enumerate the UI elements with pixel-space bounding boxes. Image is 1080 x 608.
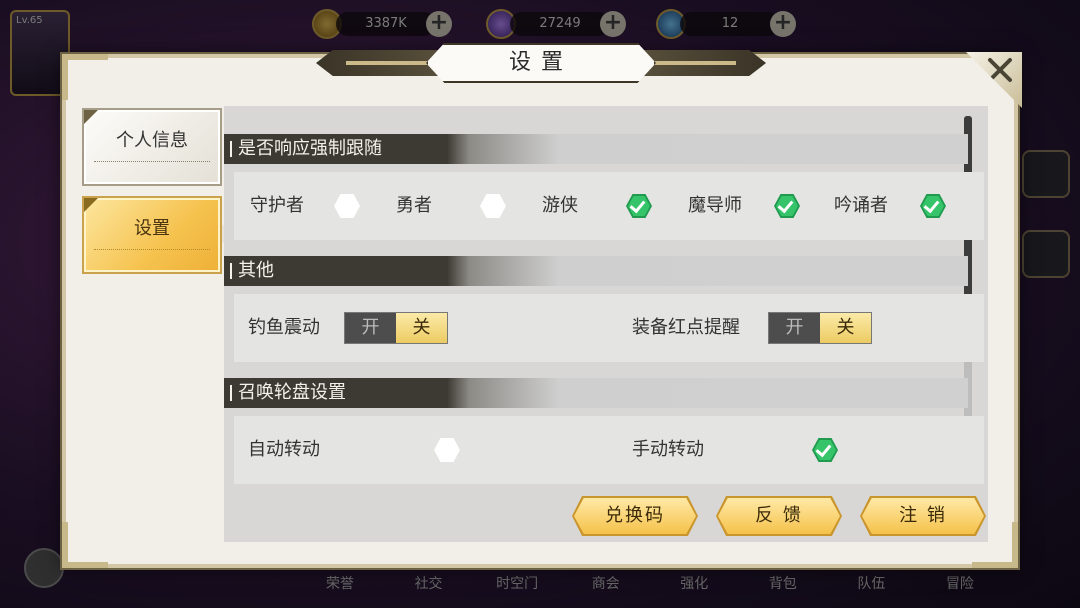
feedback-button[interactable]: 反 馈 xyxy=(718,498,840,534)
equipment-red-dot-label: 装备红点提醒 xyxy=(632,317,740,338)
section-header-other: 其他 xyxy=(224,256,968,286)
option-label-guardian: 守护者 xyxy=(250,195,304,216)
follow-options-row: 守护者 勇者 游侠 魔导师 吟诵者 xyxy=(234,172,984,240)
currency-bar: 3387K + 27249 + 12 + xyxy=(0,6,1080,42)
checkbox-manual-rotate[interactable] xyxy=(812,438,838,462)
redeem-code-button[interactable]: 兑换码 xyxy=(574,498,696,534)
section-header-summon-wheel: 召唤轮盘设置 xyxy=(224,378,968,408)
nav-portal[interactable]: 时空门 xyxy=(477,566,557,602)
checkbox-auto-rotate[interactable] xyxy=(434,438,460,462)
summon-wheel-row: 自动转动 手动转动 xyxy=(234,416,984,484)
gem-currency: 27249 + xyxy=(486,9,626,39)
toggle-off-option[interactable]: 关 xyxy=(396,313,447,343)
frame-corner-decoration xyxy=(62,522,108,568)
settings-panel: 是否响应强制跟随 守护者 勇者 游侠 魔导师 吟诵者 其他 钓鱼震动 开 关 装… xyxy=(224,106,988,542)
settings-dialog: 设置 个人信息 设置 是否响应强制跟随 守护者 勇者 游侠 魔导师 吟诵者 其他… xyxy=(62,43,1022,568)
manual-rotate-label: 手动转动 xyxy=(632,439,704,460)
tab-divider xyxy=(94,249,210,250)
fishing-vibration-label: 钓鱼震动 xyxy=(248,317,320,338)
checkbox-chanter[interactable] xyxy=(920,194,946,218)
dialog-title-plate: 设置 xyxy=(316,42,766,84)
nav-honor[interactable]: 荣誉 xyxy=(300,566,380,602)
toggle-on-option[interactable]: 开 xyxy=(345,313,396,343)
checkbox-mage[interactable] xyxy=(774,194,800,218)
dialog-title: 设置 xyxy=(426,43,656,83)
nav-bag[interactable]: 背包 xyxy=(743,566,823,602)
tab-settings[interactable]: 设置 xyxy=(82,196,222,274)
side-arrow-icon[interactable] xyxy=(1022,230,1070,278)
tab-divider xyxy=(94,161,210,162)
option-label-hero: 勇者 xyxy=(396,195,432,216)
add-gold-button[interactable]: + xyxy=(426,11,452,37)
toggle-off-option[interactable]: 关 xyxy=(820,313,871,343)
tab-personal-info-label: 个人信息 xyxy=(116,130,188,151)
side-menu-icon[interactable] xyxy=(1022,150,1070,198)
nav-guild[interactable]: 商会 xyxy=(566,566,646,602)
tab-corner-decoration xyxy=(84,110,98,124)
add-ticket-button[interactable]: + xyxy=(770,11,796,37)
section-header-follow: 是否响应强制跟随 xyxy=(224,134,968,164)
gold-amount: 3387K xyxy=(336,12,436,36)
option-label-mage: 魔导师 xyxy=(688,195,742,216)
tab-corner-decoration xyxy=(84,198,98,212)
nav-enhance[interactable]: 强化 xyxy=(654,566,734,602)
option-label-ranger: 游侠 xyxy=(542,195,578,216)
checkbox-ranger[interactable] xyxy=(626,194,652,218)
ticket-amount: 12 xyxy=(680,12,780,36)
fishing-vibration-toggle[interactable]: 开 关 xyxy=(344,312,448,344)
option-label-chanter: 吟诵者 xyxy=(834,195,888,216)
tab-personal-info[interactable]: 个人信息 xyxy=(82,108,222,186)
nav-team[interactable]: 队伍 xyxy=(831,566,911,602)
bottom-nav: 荣誉 社交 时空门 商会 强化 背包 队伍 冒险 xyxy=(300,566,1000,602)
toggle-on-option[interactable]: 开 xyxy=(769,313,820,343)
logout-button[interactable]: 注 销 xyxy=(862,498,984,534)
equipment-red-dot-toggle[interactable]: 开 关 xyxy=(768,312,872,344)
chat-icon[interactable] xyxy=(24,548,64,588)
add-gem-button[interactable]: + xyxy=(600,11,626,37)
frame-corner-decoration xyxy=(62,54,108,100)
gem-amount: 27249 xyxy=(510,12,610,36)
gold-currency: 3387K + xyxy=(312,9,452,39)
other-options-row: 钓鱼震动 开 关 装备红点提醒 开 关 xyxy=(234,294,984,362)
checkbox-guardian[interactable] xyxy=(334,194,360,218)
close-button[interactable] xyxy=(966,52,1022,108)
checkbox-hero[interactable] xyxy=(480,194,506,218)
close-icon xyxy=(988,58,1012,82)
auto-rotate-label: 自动转动 xyxy=(248,439,320,460)
nav-adventure[interactable]: 冒险 xyxy=(920,566,1000,602)
nav-social[interactable]: 社交 xyxy=(389,566,469,602)
tab-settings-label: 设置 xyxy=(134,218,170,239)
ticket-currency: 12 + xyxy=(656,9,796,39)
